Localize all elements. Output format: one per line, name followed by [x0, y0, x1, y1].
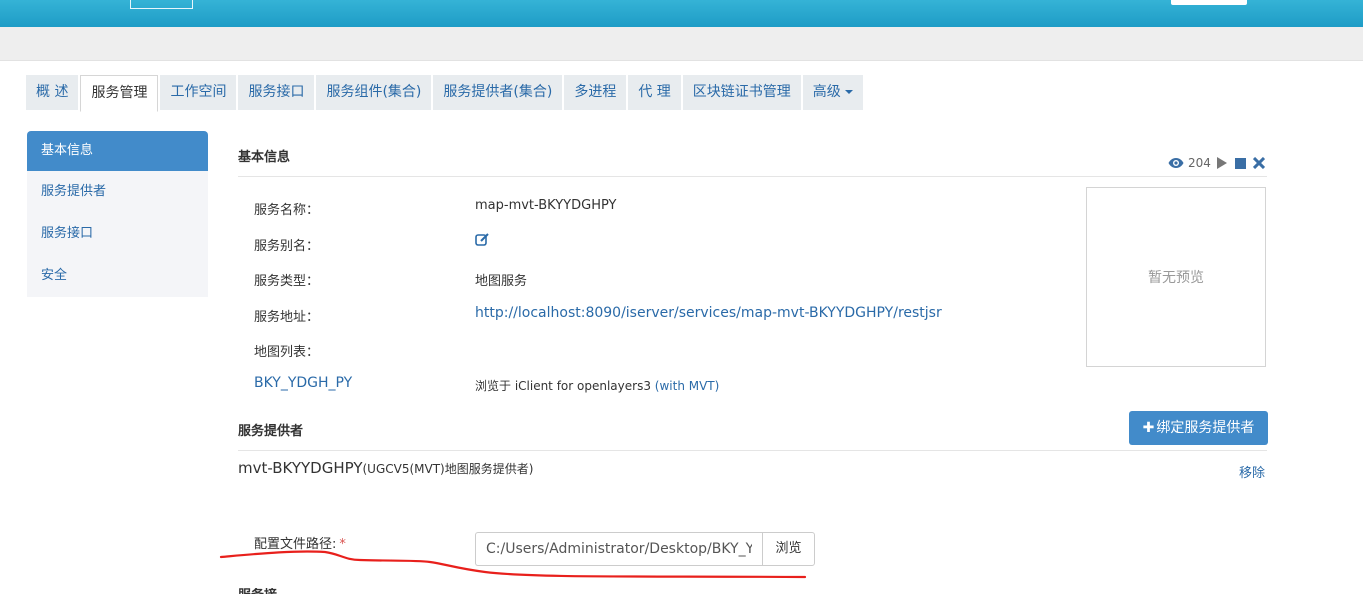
edit-icon[interactable] — [475, 232, 490, 251]
close-icon[interactable] — [1252, 157, 1265, 169]
browse-mvt-link[interactable]: (with MVT) — [655, 379, 720, 393]
config-path-group: 浏览 — [475, 532, 815, 566]
sidebar-item-basic-info[interactable]: 基本信息 — [27, 131, 208, 171]
tab-label: 工作空间 — [170, 84, 227, 100]
required-mark: * — [339, 537, 346, 552]
eye-icon[interactable] — [1168, 157, 1184, 169]
plus-icon: ✚ — [1142, 420, 1155, 436]
tab-label: 服务提供者(集合) — [443, 84, 553, 100]
side-navigation: 基本信息 服务提供者 服务接口 安全 — [27, 131, 208, 297]
provider-type: (UGCV5(MVT)地图服务提供者) — [362, 462, 534, 476]
service-toolbar: 204 — [1168, 156, 1265, 170]
config-path-label-text: 配置文件路径: — [254, 537, 337, 552]
tab-advanced-dropdown[interactable]: 高级 — [802, 75, 863, 110]
sidebar-item-security[interactable]: 安全 — [27, 255, 208, 297]
service-address-link[interactable]: http://localhost:8090/iserver/services/m… — [475, 305, 942, 321]
top-header-bar — [0, 0, 1363, 27]
sidebar-item-label: 安全 — [41, 268, 68, 283]
tab-label: 服务管理 — [91, 85, 148, 101]
tab-label: 服务接口 — [248, 84, 305, 100]
tab-label: 高级 — [812, 84, 841, 100]
user-menu[interactable] — [1171, 0, 1247, 5]
bind-provider-label: 绑定服务提供者 — [1156, 420, 1255, 436]
tab-multiprocess[interactable]: 多进程 — [564, 75, 627, 110]
provider-name: mvt-BKYYDGHPY — [238, 459, 363, 477]
tab-label: 多进程 — [574, 84, 617, 100]
stop-icon[interactable] — [1234, 157, 1246, 169]
service-name-value: map-mvt-BKYYDGHPY — [475, 198, 617, 213]
browse-with-client: 浏览于 iClient for openlayers3 (with MVT) — [475, 377, 719, 394]
sidebar-item-service-provider[interactable]: 服务提供者 — [27, 171, 208, 213]
divider — [238, 450, 1267, 451]
bind-provider-button[interactable]: ✚ 绑定服务提供者 — [1129, 411, 1268, 445]
service-type-value: 地图服务 — [475, 274, 528, 289]
main-tabs: 概 述 服务管理 工作空间 服务接口 服务组件(集合) 服务提供者(集合) 多进… — [26, 75, 865, 112]
logo-area[interactable] — [130, 0, 193, 9]
view-count: 204 — [1188, 156, 1211, 170]
service-alias-label: 服务别名： — [254, 239, 320, 254]
cut-off-heading-text: 服务接 — [238, 588, 278, 594]
tab-label: 概 述 — [36, 84, 69, 100]
caret-down-icon — [844, 90, 853, 94]
no-preview-text: 暂无预览 — [1148, 270, 1204, 286]
service-provider-heading: 服务提供者 — [238, 424, 304, 439]
cut-off-heading: 服务接 — [238, 588, 278, 594]
map-list-label: 地图列表： — [254, 345, 320, 360]
map-name-link[interactable]: BKY_YDGH_PY — [254, 375, 352, 391]
basic-info-heading: 基本信息 — [238, 150, 291, 165]
config-path-label: 配置文件路径: * — [254, 533, 346, 552]
tab-label: 服务组件(集合) — [326, 84, 422, 100]
tab-service-interface[interactable]: 服务接口 — [238, 75, 315, 110]
sub-header-bar — [0, 27, 1363, 61]
tab-service-management[interactable]: 服务管理 — [80, 75, 159, 112]
sidebar-item-label: 服务接口 — [41, 226, 94, 241]
sidebar-item-label: 基本信息 — [41, 143, 94, 158]
remove-provider-link[interactable]: 移除 — [1239, 462, 1265, 481]
sidebar-item-label: 服务提供者 — [41, 184, 107, 199]
tab-service-components[interactable]: 服务组件(集合) — [316, 75, 432, 110]
sidebar-item-service-interface[interactable]: 服务接口 — [27, 213, 208, 255]
browse-prefix: 浏览于 iClient for openlayers3 — [475, 379, 655, 393]
tab-service-providers[interactable]: 服务提供者(集合) — [433, 75, 563, 110]
tab-proxy[interactable]: 代 理 — [628, 75, 681, 110]
tab-label: 代 理 — [638, 84, 671, 100]
service-type-label: 服务类型： — [254, 274, 320, 289]
config-path-input[interactable] — [475, 532, 762, 566]
tab-label: 区块链证书管理 — [692, 84, 791, 100]
tab-overview[interactable]: 概 述 — [26, 75, 79, 110]
preview-thumbnail: 暂无预览 — [1086, 187, 1266, 367]
service-name-label: 服务名称： — [254, 203, 320, 218]
provider-entry: mvt-BKYYDGHPY(UGCV5(MVT)地图服务提供者) — [238, 459, 533, 477]
divider — [238, 176, 1267, 177]
tab-blockchain-certificates[interactable]: 区块链证书管理 — [682, 75, 801, 110]
play-icon[interactable] — [1216, 157, 1227, 169]
browse-button[interactable]: 浏览 — [762, 532, 815, 566]
service-address-label: 服务地址： — [254, 310, 320, 325]
tab-workspace[interactable]: 工作空间 — [160, 75, 237, 110]
